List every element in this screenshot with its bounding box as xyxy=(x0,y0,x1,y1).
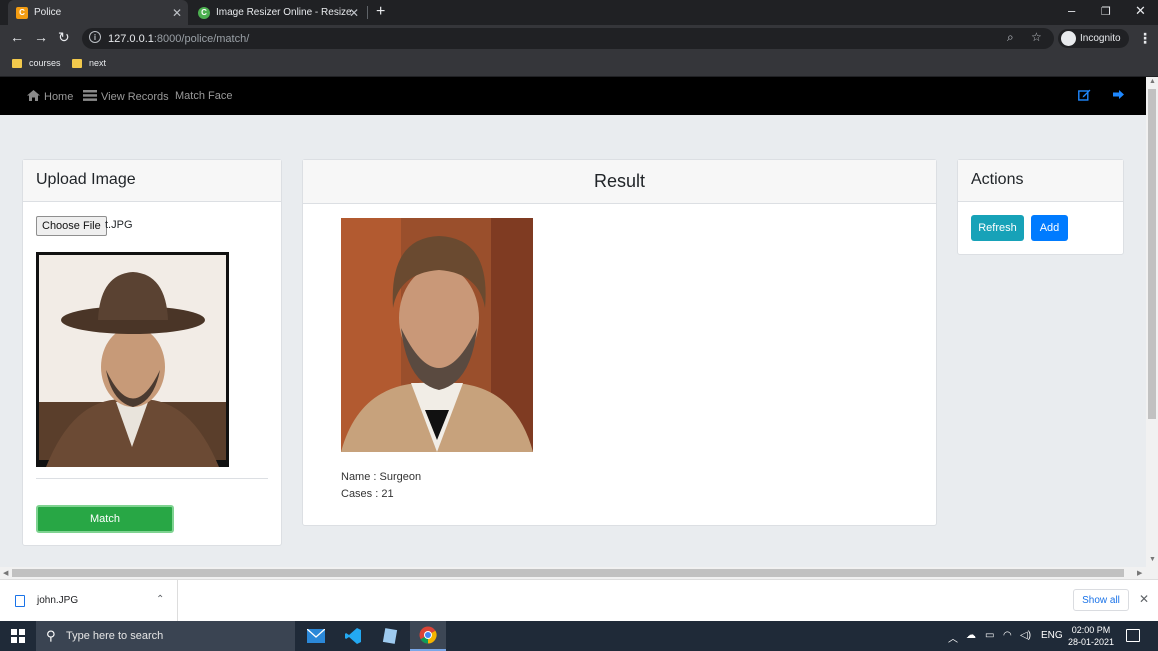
page-viewport: Home View Records Match Face Upload Imag… xyxy=(0,77,1146,567)
url-host: 127.0.0.1 xyxy=(108,32,154,45)
download-item[interactable]: john.JPG ⌃ xyxy=(0,580,178,621)
browser-tab-strip: C Police ✕ C Image Resizer Online - Resi… xyxy=(0,0,1158,25)
matched-face-image xyxy=(341,218,533,452)
onedrive-icon[interactable]: ☁ xyxy=(966,630,976,641)
close-tab-icon[interactable]: ✕ xyxy=(349,6,359,20)
zoom-icon[interactable]: ⌕ xyxy=(1007,30,1014,45)
site-info-icon[interactable]: i xyxy=(89,31,101,43)
horizontal-scrollbar[interactable]: ◀ ▶ xyxy=(0,567,1158,579)
close-download-bar-icon[interactable]: ✕ xyxy=(1139,592,1149,606)
search-icon: ⚲ xyxy=(46,628,56,643)
actions-card-title: Actions xyxy=(958,160,1123,202)
file-icon xyxy=(15,595,25,607)
vscode-app-icon[interactable] xyxy=(335,621,371,651)
forward-arrow-icon[interactable]: → xyxy=(34,29,48,45)
result-card: Result Name : Surgeon Cases : 21 xyxy=(302,159,937,526)
choose-file-button[interactable]: Choose File xyxy=(36,216,107,236)
site-navbar: Home View Records Match Face xyxy=(0,77,1146,115)
url-path: :8000/police/match/ xyxy=(153,32,250,45)
bookmark-label: next xyxy=(89,58,107,68)
nav-view-records[interactable]: View Records xyxy=(83,90,169,104)
reload-icon[interactable]: ↻ xyxy=(58,29,70,46)
tab-title: Police xyxy=(34,7,62,18)
result-card-title: Result xyxy=(303,160,936,204)
nav-home[interactable]: Home xyxy=(27,90,73,104)
incognito-label: Incognito xyxy=(1080,33,1121,44)
result-name: Name : Surgeon xyxy=(341,471,422,483)
show-all-button[interactable]: Show all xyxy=(1073,589,1129,611)
scroll-up-icon[interactable]: ▲ xyxy=(1149,78,1156,85)
chevron-up-icon[interactable]: ⌃ xyxy=(156,594,164,605)
taskbar-search[interactable]: ⚲ Type here to search xyxy=(36,621,295,651)
home-icon xyxy=(27,90,40,104)
windows-taskbar: ⚲ Type here to search ︿ ☁ ▭ ◠ ◁) ENG 02:… xyxy=(0,621,1158,651)
browser-toolbar: ← → ↻ i 127.0.0.1:8000/police/match/ ⌕ ☆… xyxy=(0,25,1158,52)
close-tab-icon[interactable]: ✕ xyxy=(172,6,182,20)
new-tab-icon[interactable]: + xyxy=(376,3,385,21)
nav-match-face[interactable]: Match Face xyxy=(175,90,232,102)
actions-card: Actions Refresh Add xyxy=(957,159,1124,255)
resizer-favicon-icon: C xyxy=(198,6,210,19)
chrome-app-icon[interactable] xyxy=(410,621,446,651)
match-button[interactable]: Match xyxy=(36,505,174,533)
nav-view-records-label: View Records xyxy=(101,91,169,103)
restore-icon[interactable]: ❐ xyxy=(1101,5,1111,18)
uploaded-image-preview xyxy=(36,252,229,467)
wifi-icon[interactable]: ◠ xyxy=(1003,630,1012,641)
horizontal-scroll-thumb[interactable] xyxy=(12,569,1124,577)
taskbar-clock[interactable]: 02:00 PM 28-01-2021 xyxy=(1062,624,1120,648)
list-icon xyxy=(83,90,97,104)
clock-date: 28-01-2021 xyxy=(1067,637,1115,647)
tab-title: Image Resizer Online - Resize JPG xyxy=(216,7,351,18)
battery-icon[interactable]: ▭ xyxy=(985,630,994,641)
mail-app-icon[interactable] xyxy=(298,621,334,651)
window-close-icon[interactable]: ✕ xyxy=(1135,3,1146,19)
notification-icon[interactable] xyxy=(1126,629,1140,642)
vertical-scrollbar[interactable]: ▲ ▼ xyxy=(1146,77,1158,567)
police-favicon-icon: C xyxy=(16,6,28,19)
folder-icon xyxy=(72,58,82,68)
clock-time: 02:00 PM xyxy=(1071,625,1111,635)
tab-image-resizer[interactable]: C Image Resizer Online - Resize JPG ✕ xyxy=(190,0,365,25)
bookmarks-bar: courses next xyxy=(0,52,1158,77)
download-file-name: john.JPG xyxy=(37,595,79,606)
volume-icon[interactable]: ◁) xyxy=(1020,630,1031,641)
notes-app-icon[interactable] xyxy=(372,621,408,651)
edit-icon[interactable] xyxy=(1078,89,1091,104)
scroll-right-icon[interactable]: ▶ xyxy=(1137,569,1142,577)
tab-separator xyxy=(367,6,368,19)
result-cases: Cases : 21 xyxy=(341,488,394,500)
browser-menu-icon[interactable]: ⋮ xyxy=(1138,30,1152,47)
card-divider xyxy=(36,478,268,479)
minimize-icon[interactable]: – xyxy=(1068,3,1075,18)
bookmark-label: courses xyxy=(29,58,61,68)
download-bar: john.JPG ⌃ Show all ✕ xyxy=(0,579,1158,621)
nav-home-label: Home xyxy=(44,91,74,103)
vertical-scroll-thumb[interactable] xyxy=(1148,89,1156,419)
language-indicator[interactable]: ENG xyxy=(1041,630,1063,641)
refresh-button[interactable]: Refresh xyxy=(971,215,1024,241)
tray-chevron-icon[interactable]: ︿ xyxy=(948,630,958,645)
incognito-icon xyxy=(1061,31,1076,46)
bookmark-next[interactable]: next xyxy=(72,58,106,68)
upload-card-title: Upload Image xyxy=(23,160,281,202)
selected-file-name: t.JPG xyxy=(105,219,133,231)
back-arrow-icon[interactable]: ← xyxy=(10,29,24,45)
windows-start-icon[interactable] xyxy=(11,629,25,643)
search-placeholder: Type here to search xyxy=(66,630,164,642)
upload-image-card: Upload Image Choose File t.JPG Match xyxy=(22,159,282,546)
folder-icon xyxy=(12,58,22,68)
bookmark-star-icon[interactable]: ☆ xyxy=(1031,30,1042,44)
scroll-down-icon[interactable]: ▼ xyxy=(1149,556,1156,563)
nav-match-face-label: Match Face xyxy=(175,90,233,102)
incognito-badge[interactable]: Incognito xyxy=(1058,29,1129,48)
add-button[interactable]: Add xyxy=(1031,215,1068,241)
logout-icon[interactable] xyxy=(1113,89,1125,103)
scroll-left-icon[interactable]: ◀ xyxy=(3,569,8,577)
bookmark-courses[interactable]: courses xyxy=(12,58,61,68)
address-bar[interactable]: i 127.0.0.1:8000/police/match/ xyxy=(82,28,1054,49)
tab-police[interactable]: C Police ✕ xyxy=(8,0,188,25)
